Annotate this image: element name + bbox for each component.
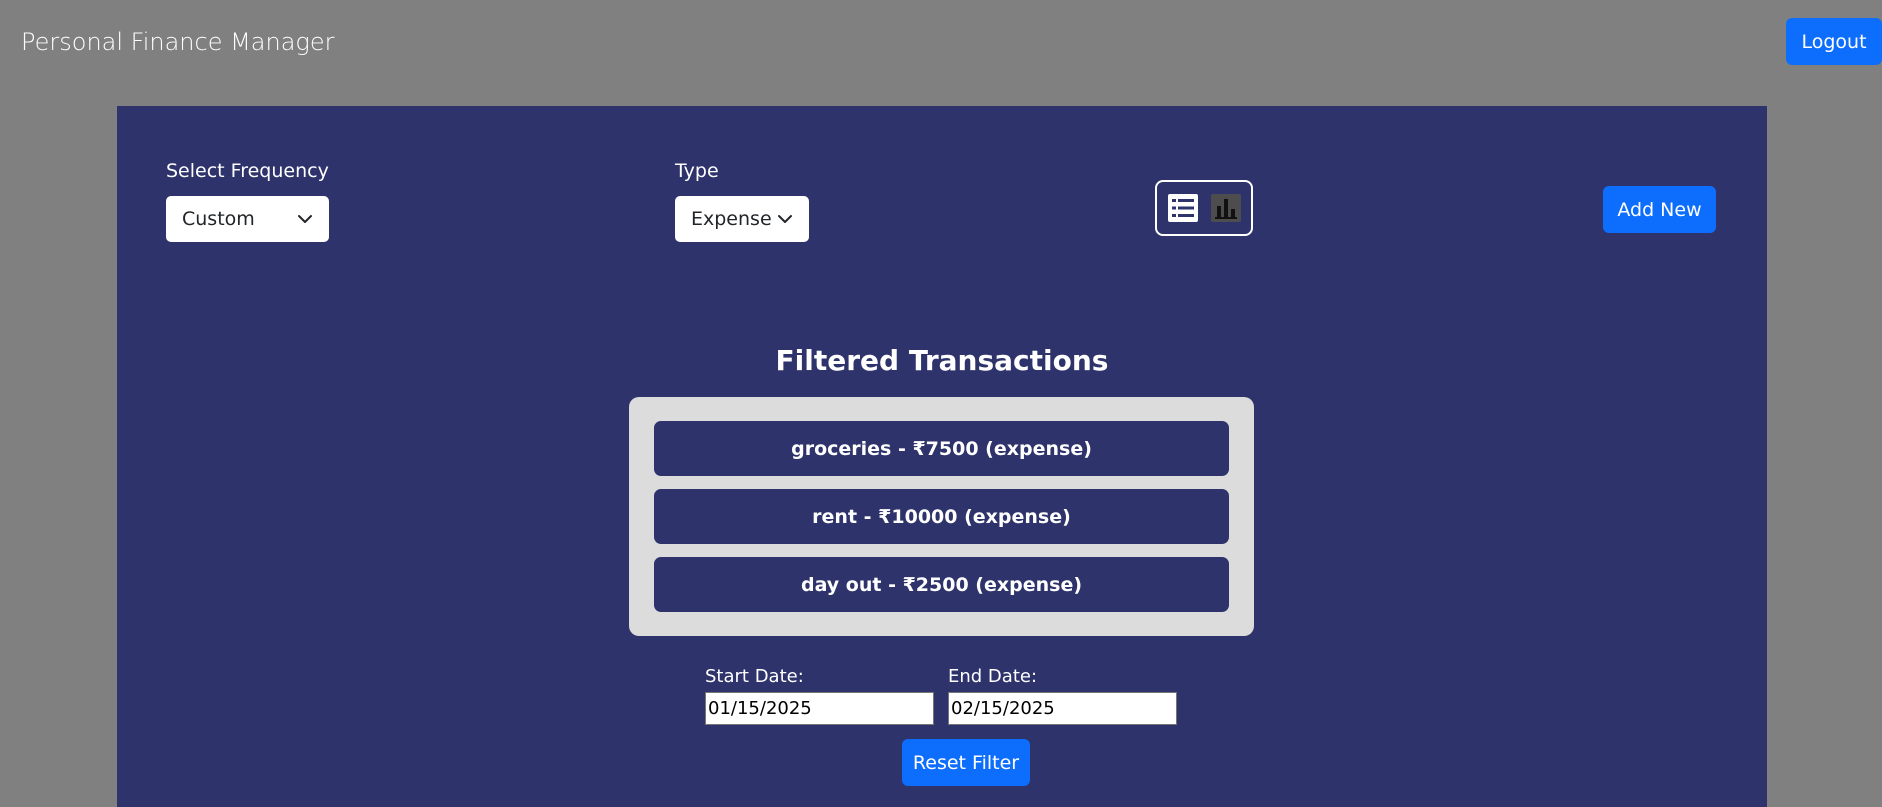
- start-date-input[interactable]: [705, 692, 934, 725]
- logout-button[interactable]: Logout: [1786, 18, 1882, 65]
- add-new-button[interactable]: Add New: [1603, 186, 1716, 233]
- main-panel: Select Frequency Custom Type Expense Add…: [117, 106, 1767, 807]
- chevron-down-icon: [778, 215, 792, 223]
- view-toggle: [1155, 180, 1253, 236]
- transaction-item: day out - ₹2500 (expense): [654, 557, 1229, 612]
- type-select[interactable]: Expense: [675, 196, 809, 242]
- type-label: Type: [675, 160, 719, 182]
- transactions-list: groceries - ₹7500 (expense) rent - ₹1000…: [629, 397, 1254, 636]
- navbar: Personal Finance Manager Logout: [0, 0, 1882, 86]
- start-date-label: Start Date:: [705, 666, 804, 687]
- chevron-down-icon: [298, 215, 312, 223]
- frequency-value: Custom: [182, 208, 255, 230]
- transactions-title: Filtered Transactions: [775, 344, 1109, 377]
- bar-chart-icon: [1211, 194, 1241, 222]
- end-date-input[interactable]: [948, 692, 1177, 725]
- reset-filter-button[interactable]: Reset Filter: [902, 739, 1030, 786]
- end-date-label: End Date:: [948, 666, 1038, 687]
- frequency-label: Select Frequency: [166, 160, 329, 182]
- frequency-select[interactable]: Custom: [166, 196, 329, 242]
- chart-view-button[interactable]: [1211, 194, 1241, 222]
- transaction-item: groceries - ₹7500 (expense): [654, 421, 1229, 476]
- transaction-item: rent - ₹10000 (expense): [654, 489, 1229, 544]
- list-view-button[interactable]: [1168, 194, 1198, 222]
- type-value: Expense: [691, 208, 772, 230]
- list-icon: [1168, 194, 1198, 222]
- app-title: Personal Finance Manager: [21, 28, 335, 56]
